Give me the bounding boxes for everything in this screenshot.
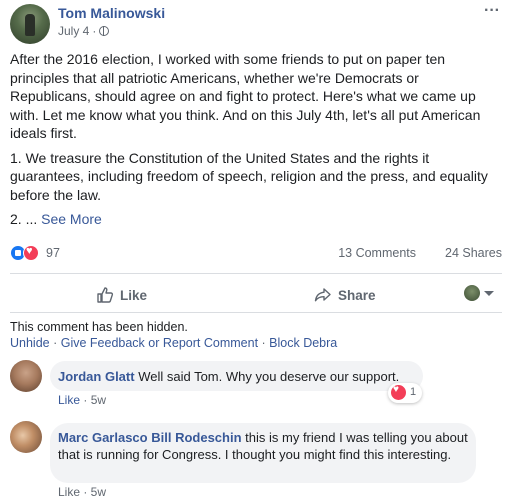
block-user-link[interactable]: Block Debra [269, 336, 337, 350]
commenter-avatar[interactable] [10, 360, 42, 392]
love-reaction-icon [23, 245, 39, 261]
share-count[interactable]: 24 Shares [445, 246, 502, 260]
hidden-comment-note: This comment has been hidden. [10, 320, 188, 334]
like-label: Like [120, 287, 148, 303]
post-paragraph: 1. We treasure the Constitution of the U… [10, 149, 488, 203]
comment-reaction-badge[interactable]: 1 [388, 383, 422, 403]
meta-separator: · [92, 24, 97, 38]
separator: · [258, 336, 270, 350]
separator: · [49, 336, 61, 350]
divider [10, 273, 502, 274]
comment-time[interactable]: 5w [91, 393, 106, 407]
comment-content: Jordan Glatt Well said Tom. Why you dese… [58, 368, 399, 385]
love-reaction-icon [391, 384, 406, 400]
comment-text: Well said Tom. Why you deserve our suppo… [138, 369, 400, 384]
post-paragraph-prefix: 2. ... [10, 211, 42, 227]
comment-meta: Like · 5w [58, 393, 106, 407]
commenter-name[interactable]: Jordan Glatt [58, 369, 135, 384]
author-name[interactable]: Tom Malinowski [58, 5, 165, 21]
see-more-link[interactable]: See More [41, 211, 102, 227]
more-icon[interactable]: ··· [484, 2, 500, 20]
comment-meta: Like · 5w [58, 485, 107, 499]
share-label: Share [338, 287, 376, 303]
globe-icon[interactable] [99, 26, 110, 36]
post-body: After the 2016 election, I worked with s… [10, 50, 502, 235]
post-meta: July 4 · [58, 24, 110, 38]
caret-down-icon [484, 290, 494, 296]
comment-bubble: Marc Garlasco Bill Rodeschin this is my … [50, 423, 476, 483]
separator: · [80, 393, 91, 407]
thumbs-up-icon [97, 287, 114, 303]
comment-content: Marc Garlasco Bill Rodeschin this is my … [58, 429, 470, 463]
commenter-avatar[interactable] [10, 421, 42, 453]
comment-reaction-count: 1 [410, 386, 417, 398]
post-date[interactable]: July 4 [58, 24, 89, 38]
reaction-icons[interactable] [10, 245, 44, 261]
post-paragraph: 2. ... See More [10, 210, 502, 229]
comment-like-link[interactable]: Like [58, 393, 80, 407]
hidden-comment-actions: Unhide · Give Feedback or Report Comment… [10, 336, 337, 350]
commenter-name[interactable]: Marc Garlasco [58, 430, 148, 445]
reaction-count[interactable]: 97 [46, 246, 60, 260]
action-bar: Like Share [10, 280, 502, 310]
author-avatar[interactable] [10, 4, 50, 44]
unhide-link[interactable]: Unhide [10, 336, 50, 350]
tagged-user[interactable]: Bill Rodeschin [151, 430, 241, 445]
give-feedback-link[interactable]: Give Feedback or Report Comment [61, 336, 258, 350]
post-header: Tom Malinowski July 4 · ··· [10, 2, 500, 44]
divider [10, 312, 502, 313]
like-button[interactable]: Like [96, 286, 147, 304]
post-stats: 97 13 Comments 24 Shares [10, 244, 502, 262]
share-button[interactable]: Share [314, 286, 376, 304]
share-icon [314, 288, 331, 302]
post-paragraph: After the 2016 election, I worked with s… [10, 51, 481, 141]
profile-avatar [464, 285, 480, 301]
comment-bubble: Jordan Glatt Well said Tom. Why you dese… [50, 361, 423, 391]
post-as-selector[interactable] [464, 285, 494, 301]
comment-count[interactable]: 13 Comments [338, 246, 416, 260]
